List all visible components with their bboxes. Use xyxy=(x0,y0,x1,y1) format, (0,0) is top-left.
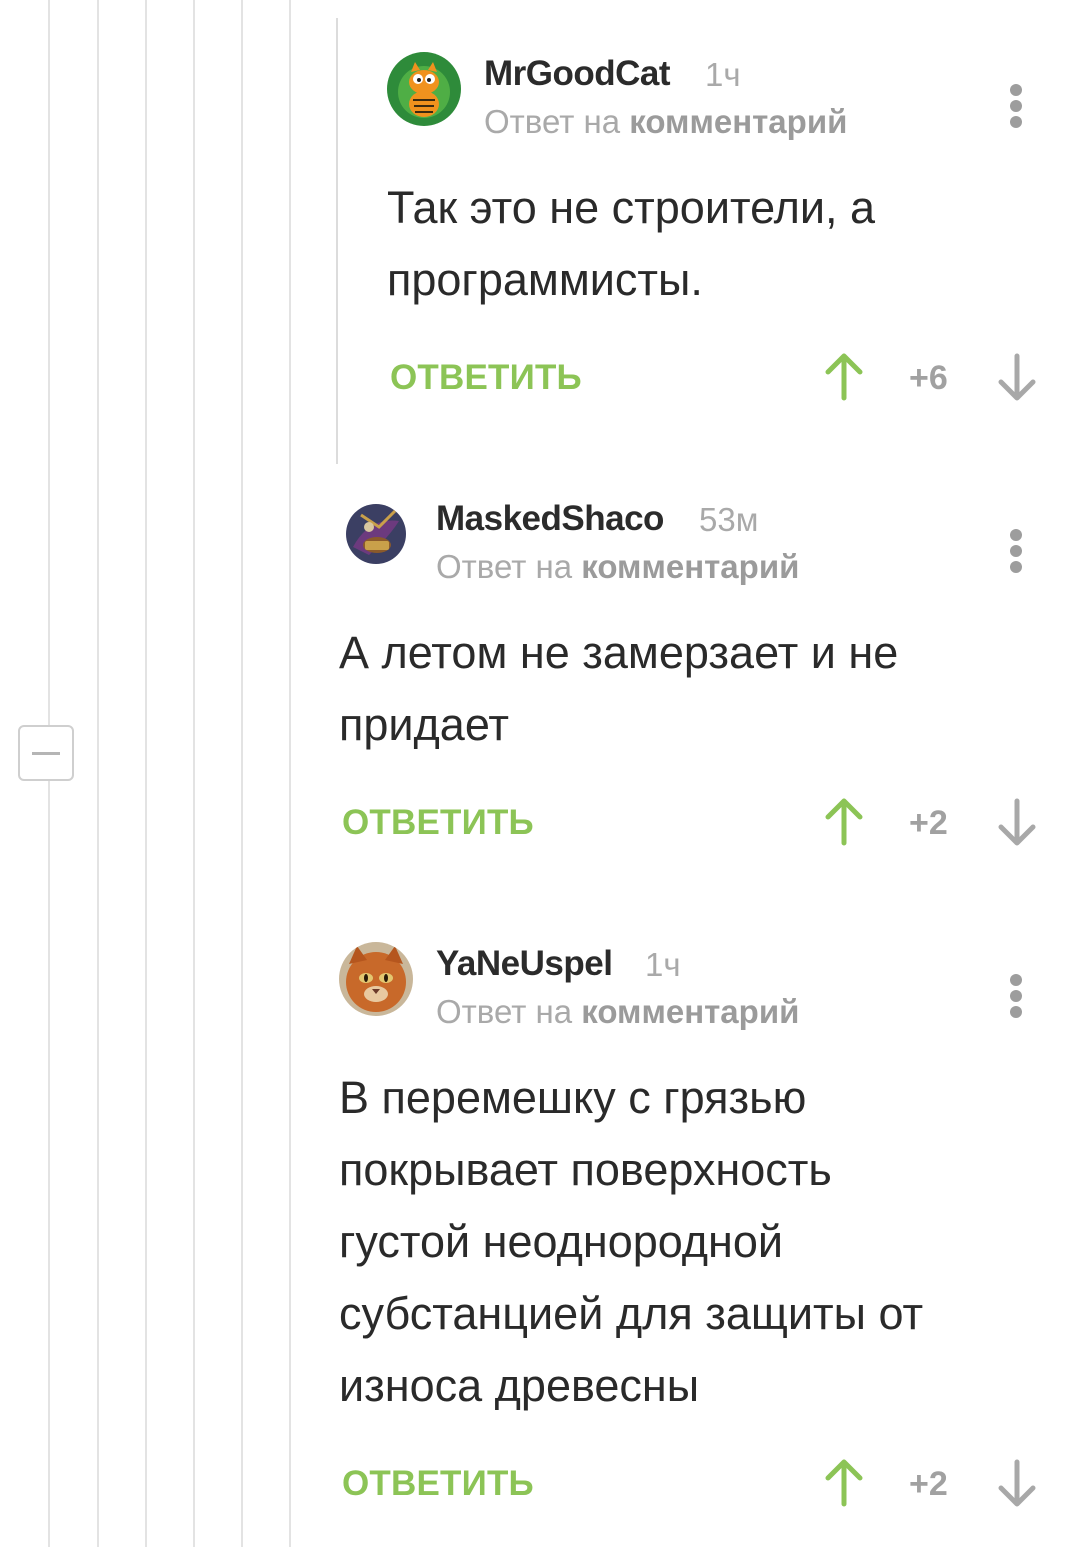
league-of-legends-avatar xyxy=(339,497,413,571)
arrow-down-icon[interactable] xyxy=(997,352,1037,402)
arrow-up-icon[interactable] xyxy=(824,352,864,402)
thread-line xyxy=(241,0,243,1547)
comment-text-line: программисты. xyxy=(387,254,703,305)
comment-text-line: В перемешку с грязью xyxy=(339,1072,807,1123)
reply-to-label: Ответ на комментарий xyxy=(436,990,799,1034)
user-name[interactable]: YaNeUspel xyxy=(436,942,613,986)
comment-text-line: субстанцией для защиты от xyxy=(339,1288,924,1339)
cat-avatar xyxy=(339,942,413,1016)
arrow-down-icon[interactable] xyxy=(997,797,1037,847)
arrow-down-icon[interactable] xyxy=(997,1458,1037,1508)
comment-time: 1ч xyxy=(645,946,681,983)
reply-to-prefix: Ответ на xyxy=(436,993,582,1030)
garfield-avatar xyxy=(387,52,461,126)
avatar[interactable] xyxy=(339,942,413,1016)
comment: YaNeUspel 1ч Ответ на комментарий В пере… xyxy=(339,942,1047,1532)
comment-text: Так это не строители, а программисты. xyxy=(387,172,875,316)
comment-time: 53м xyxy=(699,501,759,538)
more-vertical-icon[interactable] xyxy=(1007,64,1027,128)
comment-text: В перемешку с грязью покрывает поверхнос… xyxy=(339,1062,923,1422)
thread-line xyxy=(289,0,291,1547)
reply-to-label: Ответ на комментарий xyxy=(484,100,847,144)
minus-icon xyxy=(32,752,60,755)
reply-button[interactable]: ОТВЕТИТЬ xyxy=(390,356,582,400)
reply-button[interactable]: ОТВЕТИТЬ xyxy=(342,1462,534,1506)
thread-line xyxy=(193,0,195,1547)
reply-to-link[interactable]: комментарий xyxy=(629,103,847,140)
reply-to-link[interactable]: комментарий xyxy=(581,548,799,585)
comment-text-line: покрывает поверхность xyxy=(339,1144,832,1195)
comment-score: +2 xyxy=(909,804,948,842)
arrow-up-icon[interactable] xyxy=(824,1458,864,1508)
comment-text: А летом не замерзает и не придает xyxy=(339,617,898,761)
comment-text-line: А летом не замерзает и не xyxy=(339,627,899,678)
comment-text-line: износа древесны xyxy=(339,1360,700,1411)
reply-button[interactable]: ОТВЕТИТЬ xyxy=(342,801,534,845)
thread-line-active xyxy=(336,18,338,464)
thread-line xyxy=(145,0,147,1547)
avatar[interactable] xyxy=(339,497,413,571)
comment: MrGoodCat 1ч Ответ на комментарий Так эт… xyxy=(387,52,1047,462)
comment: MaskedShaco 53м Ответ на комментарий А л… xyxy=(339,497,1047,877)
comment-text-line: Так это не строители, а xyxy=(387,182,876,233)
comment-text-line: густой неоднородной xyxy=(339,1216,784,1267)
user-name[interactable]: MrGoodCat xyxy=(484,52,671,96)
reply-to-prefix: Ответ на xyxy=(436,548,582,585)
comment-time: 1ч xyxy=(705,56,741,93)
collapse-thread-button[interactable] xyxy=(18,725,74,781)
comment-score: +6 xyxy=(909,359,948,397)
comment-score: +2 xyxy=(909,1465,948,1503)
user-name[interactable]: MaskedShaco xyxy=(436,497,664,541)
avatar[interactable] xyxy=(387,52,461,126)
thread-line xyxy=(97,0,99,1547)
comment-text-line: придает xyxy=(339,699,509,750)
more-vertical-icon[interactable] xyxy=(1007,509,1027,573)
reply-to-link[interactable]: комментарий xyxy=(581,993,799,1030)
more-vertical-icon[interactable] xyxy=(1007,954,1027,1018)
arrow-up-icon[interactable] xyxy=(824,797,864,847)
reply-to-prefix: Ответ на xyxy=(484,103,630,140)
reply-to-label: Ответ на комментарий xyxy=(436,545,799,589)
